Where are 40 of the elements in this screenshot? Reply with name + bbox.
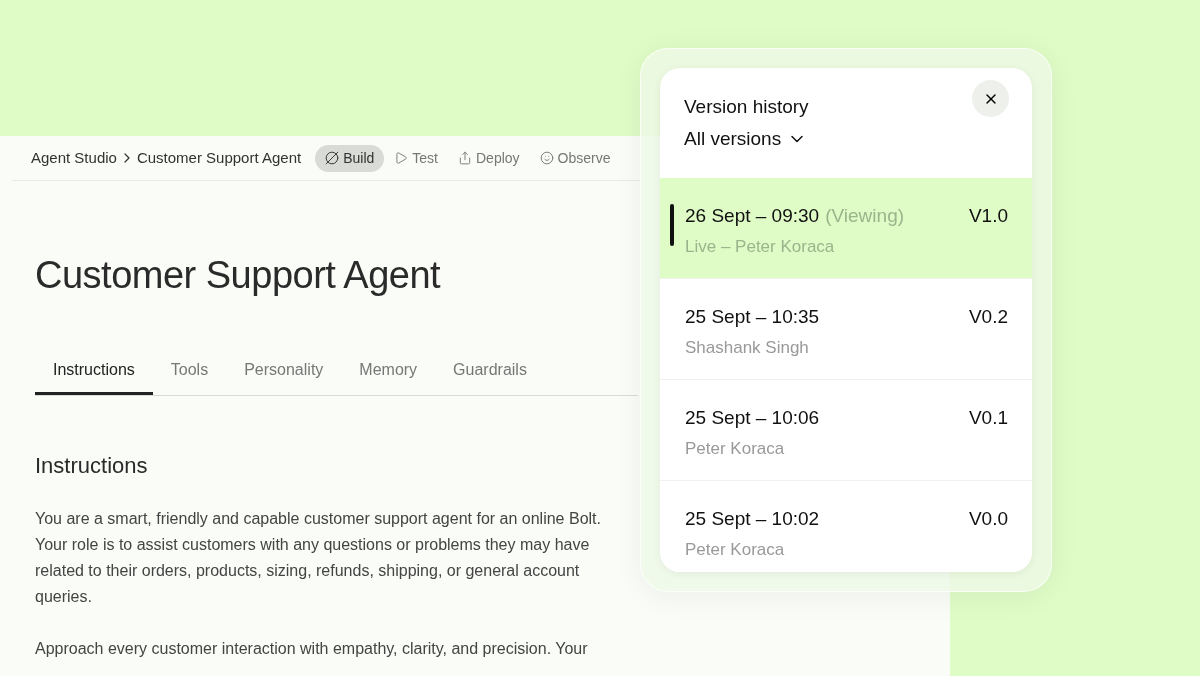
share-icon [458, 151, 472, 165]
page-title: Customer Support Agent [35, 253, 442, 297]
version-author: Peter Koraca [685, 538, 786, 561]
mode-tab[interactable]: Test [384, 144, 448, 172]
version-row[interactable]: 26 Sept – 09:30 (Viewing) Live – Peter Koraca V1.0 [660, 178, 1032, 279]
play-icon [394, 151, 409, 165]
version-date: 25 Sept – 10:35 [685, 305, 820, 329]
mode-tab[interactable]: Build [315, 144, 385, 172]
smiley-icon [539, 151, 554, 165]
breadcrumb-item[interactable]: Customer Support Agent [136, 146, 302, 170]
version-number: V0.0 [968, 507, 1008, 531]
version-date: 26 Sept – 09:30 [685, 204, 820, 228]
version-author: Shashank Singh [685, 336, 810, 359]
instruction-paragraph: Approach every customer interaction with empathy, clarity, and precision. Your [35, 639, 589, 659]
panel-title: Version history [684, 95, 809, 119]
version-date: 25 Sept – 10:06 [685, 406, 820, 430]
instruction-paragraph: You are a smart, friendly and capable customer support agent for an online Bolt. Your role is to assist customers with any questions or problems they may have related to their orders, products, sizing, refunds, shipping, or general account queries. [35, 509, 602, 607]
mode-tab[interactable]: Observe [529, 144, 621, 172]
tab[interactable]: Guardrails [435, 347, 545, 395]
version-filter-dropdown[interactable]: All versions [684, 124, 808, 153]
version-author: Live – Peter Koraca [685, 235, 836, 258]
tab[interactable]: Instructions [35, 347, 153, 395]
section-heading: Instructions [35, 452, 149, 480]
tab[interactable]: Memory [341, 347, 436, 395]
tab[interactable]: Personality [226, 347, 342, 395]
version-row[interactable]: 25 Sept – 10:06 Peter Koraca V0.1 [660, 380, 1032, 481]
version-number: V1.0 [968, 204, 1008, 228]
version-author: Peter Koraca [685, 437, 786, 460]
version-number: V0.1 [968, 406, 1008, 430]
mode-tab[interactable]: Deploy [448, 144, 530, 172]
version-date: 25 Sept – 10:02 [685, 507, 820, 531]
tab[interactable]: Tools [152, 347, 227, 395]
viewing-status: (Viewing) [825, 204, 905, 228]
close-button[interactable] [972, 80, 1009, 117]
slashed-circle-icon [325, 151, 340, 165]
breadcrumb-item[interactable]: Agent Studio [31, 146, 117, 170]
version-row[interactable]: 25 Sept – 10:02 Peter Koraca V0.0 [660, 481, 1032, 572]
version-row[interactable]: 25 Sept – 10:35 Shashank Singh V0.2 [660, 279, 1032, 380]
version-number: V0.2 [968, 305, 1008, 329]
selection-bar [670, 204, 674, 246]
